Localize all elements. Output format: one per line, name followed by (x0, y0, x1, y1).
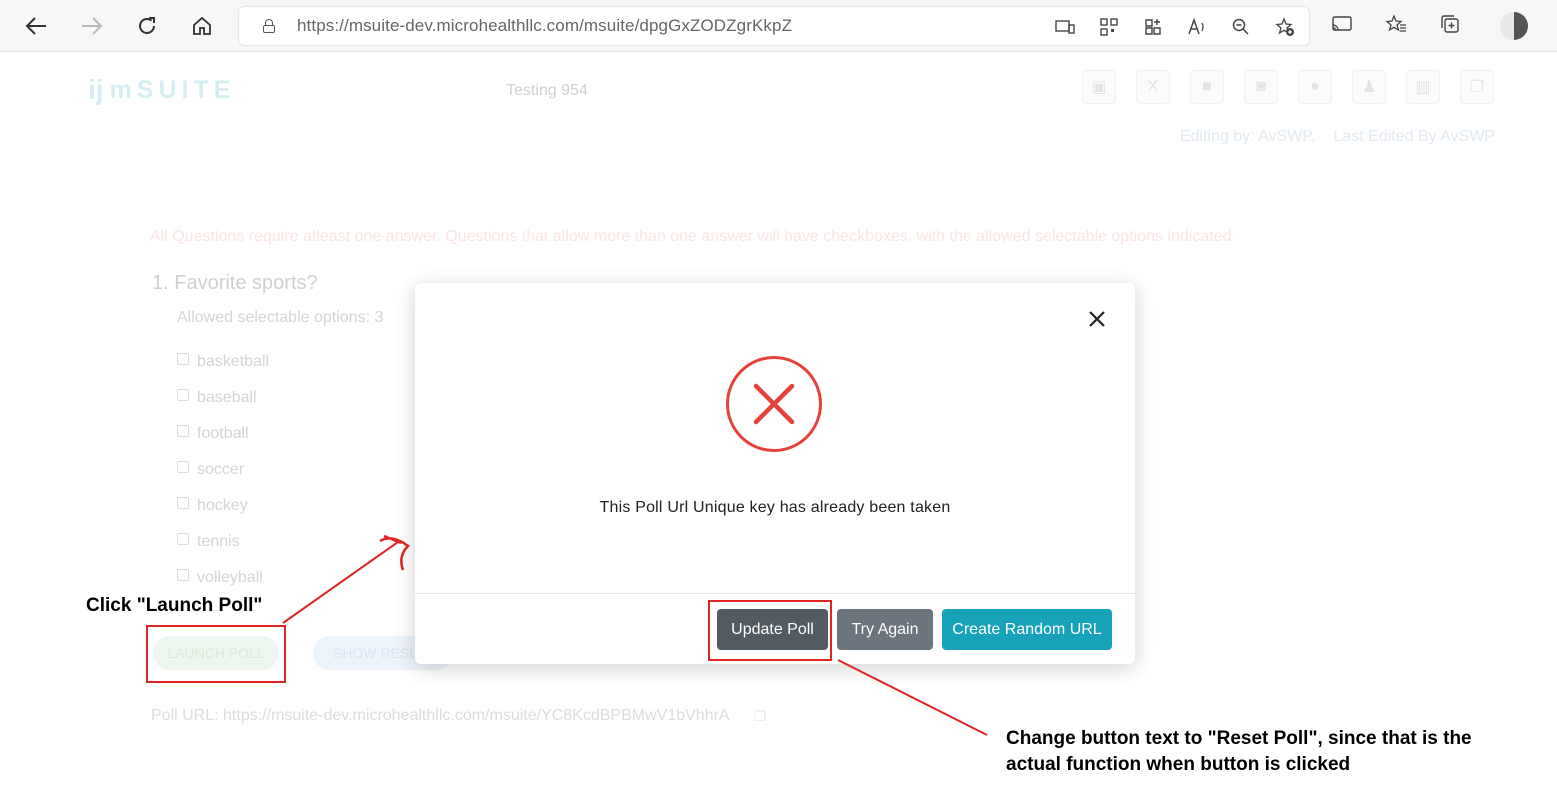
try-again-button[interactable]: Try Again (837, 609, 933, 650)
option-item[interactable]: soccer (177, 452, 269, 488)
click-launch-annotation: Click "Launch Poll" (86, 595, 263, 616)
msuite-logo-icon: ĳ (88, 74, 104, 105)
lock-icon[interactable] (263, 19, 275, 33)
option-item[interactable]: volleyball (177, 560, 269, 596)
msuite-logo: ĳ mSUITE (88, 74, 235, 106)
option-item[interactable]: baseball (177, 380, 269, 416)
modal-footer-divider (415, 593, 1135, 594)
copy-url-icon[interactable]: ❐ (754, 708, 767, 725)
collections-icon[interactable] (1438, 12, 1462, 36)
favorites-icon[interactable] (1384, 12, 1408, 36)
url-text: https://msuite-dev.microhealthllc.com/ms… (297, 16, 793, 35)
address-bar[interactable]: https://msuite-dev.microhealthllc.com/ms… (238, 6, 1310, 46)
add-favorite-icon[interactable] (1273, 15, 1297, 39)
forward-arrow-icon[interactable] (76, 10, 108, 42)
option-item[interactable]: football (177, 416, 269, 452)
refresh-icon[interactable] (131, 10, 163, 42)
user-edit-icon[interactable]: ♟ (1352, 70, 1386, 104)
change-text-annotation-line2: actual function when button is clicked (1006, 754, 1351, 775)
checkbox[interactable] (177, 425, 189, 437)
update-poll-highlight (708, 600, 832, 661)
browser-toolbar: https://msuite-dev.microhealthllc.com/ms… (0, 0, 1557, 52)
poll-url-text: Poll URL: https://msuite-dev.microhealth… (151, 707, 730, 724)
image-icon[interactable]: ▣ (1082, 70, 1116, 104)
poll-url: Poll URL: https://msuite-dev.microhealth… (151, 707, 766, 725)
editing-by: Editing by: AvSWP, (1179, 128, 1316, 145)
save-icon[interactable]: ■ (1190, 70, 1224, 104)
read-aloud-icon[interactable] (1185, 15, 1209, 39)
question-title: 1. Favorite sports? (152, 272, 318, 294)
checkbox[interactable] (177, 461, 189, 473)
change-text-annotation-line1: Change button text to "Reset Poll", sinc… (1006, 728, 1472, 749)
cast-icon[interactable] (1330, 12, 1354, 36)
editing-status: Editing by: AvSWP, Last Edited By AvSWP (1180, 128, 1495, 146)
trash-icon[interactable]: ▥ (1406, 70, 1440, 104)
zoom-out-icon[interactable] (1229, 15, 1253, 39)
option-item[interactable]: basketball (177, 344, 269, 380)
checkbox[interactable] (177, 569, 189, 581)
history-icon[interactable]: ◙ (1244, 70, 1278, 104)
options-list: basketball baseball football soccer hock… (177, 344, 269, 596)
allowed-options: Allowed selectable options: 3 (177, 309, 384, 326)
document-title[interactable]: Testing 954 (506, 82, 588, 100)
checkbox[interactable] (177, 533, 189, 545)
excel-icon[interactable]: X (1136, 70, 1170, 104)
create-random-url-button[interactable]: Create Random URL (942, 609, 1112, 650)
comment-icon[interactable]: ● (1298, 70, 1332, 104)
qr-code-icon[interactable] (1097, 15, 1121, 39)
option-item[interactable]: tennis (177, 524, 269, 560)
extensions-icon[interactable] (1141, 15, 1165, 39)
back-arrow-icon[interactable] (20, 10, 52, 42)
close-icon[interactable] (1085, 307, 1109, 331)
checkbox[interactable] (177, 389, 189, 401)
logo-text: mSUITE (109, 75, 236, 104)
checkbox[interactable] (177, 497, 189, 509)
option-item[interactable]: hockey (177, 488, 269, 524)
checkbox[interactable] (177, 353, 189, 365)
modal-message: This Poll Url Unique key has already bee… (599, 499, 951, 516)
copy-icon[interactable]: ❐ (1460, 70, 1494, 104)
launch-poll-highlight (146, 625, 286, 683)
document-toolbar: ▣ X ■ ◙ ● ♟ ▥ ❐ (1082, 70, 1494, 104)
profile-avatar[interactable] (1500, 12, 1528, 40)
app-available-icon[interactable] (1053, 15, 1077, 39)
error-icon (726, 356, 822, 452)
poll-notice: All Questions require atleast one answer… (150, 228, 1236, 245)
home-icon[interactable] (186, 10, 218, 42)
last-edited: Last Edited By AvSWP (1333, 128, 1495, 145)
